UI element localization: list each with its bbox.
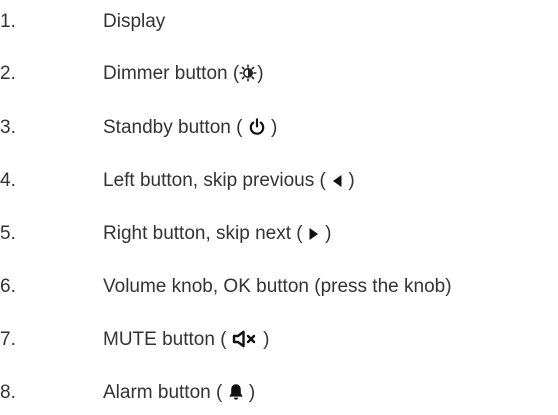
item-text: Dimmer button ( ) — [103, 62, 264, 86]
item-text-before: Dimmer button ( — [103, 63, 240, 84]
triangle-right-icon — [308, 226, 320, 242]
bell-icon — [228, 383, 244, 401]
item-text-before: MUTE button ( — [103, 329, 232, 350]
item-number: 8. — [0, 382, 16, 403]
item-text-before: Right button, skip next ( — [103, 223, 308, 244]
list-item-mute-button: 7. MUTE button ( ) — [0, 328, 558, 352]
item-text-after: ) — [257, 63, 264, 84]
item-text: Alarm button ( ) — [103, 381, 255, 405]
item-text: Right button, skip next ( ) — [103, 222, 332, 246]
power-icon — [248, 118, 266, 136]
item-text: Standby button ( ) — [103, 116, 277, 140]
item-text-after: ) — [257, 329, 270, 350]
item-number: 6. — [0, 276, 16, 297]
item-text-before: Alarm button ( — [103, 382, 228, 403]
item-text-before: Standby button ( — [103, 117, 248, 138]
item-number: 2. — [0, 63, 16, 84]
list-item-display: 1. Display — [0, 10, 558, 34]
list-item-right-button: 5. Right button, skip next ( ) — [0, 222, 558, 246]
item-text: MUTE button ( ) — [103, 328, 269, 352]
dimmer-icon — [239, 64, 257, 82]
item-number: 5. — [0, 223, 16, 244]
item-text-after: ) — [343, 170, 355, 191]
item-number: 7. — [0, 329, 16, 350]
item-text-before: Left button, skip previous ( — [103, 170, 332, 191]
triangle-left-icon — [331, 173, 343, 189]
item-text: Display — [103, 11, 166, 32]
list-item-volume-knob: 6. Volume knob, OK button (press the kno… — [0, 275, 558, 299]
item-text: Volume knob, OK button (press the knob) — [103, 276, 452, 297]
item-number: 4. — [0, 170, 16, 191]
item-text-after: ) — [243, 382, 256, 403]
item-number: 3. — [0, 117, 16, 138]
list-item-alarm-button: 8. Alarm button ( ) — [0, 381, 558, 405]
list-item-dimmer-button: 2. Dimmer button ( ) — [0, 62, 558, 86]
item-text-after: ) — [265, 117, 278, 138]
speaker-mute-icon — [232, 330, 258, 348]
item-text-after: ) — [319, 223, 332, 244]
item-text: Left button, skip previous ( ) — [103, 169, 355, 193]
list-item-left-button: 4. Left button, skip previous ( ) — [0, 169, 558, 193]
list-item-standby-button: 3. Standby button ( ) — [0, 116, 558, 140]
item-number: 1. — [0, 11, 16, 32]
